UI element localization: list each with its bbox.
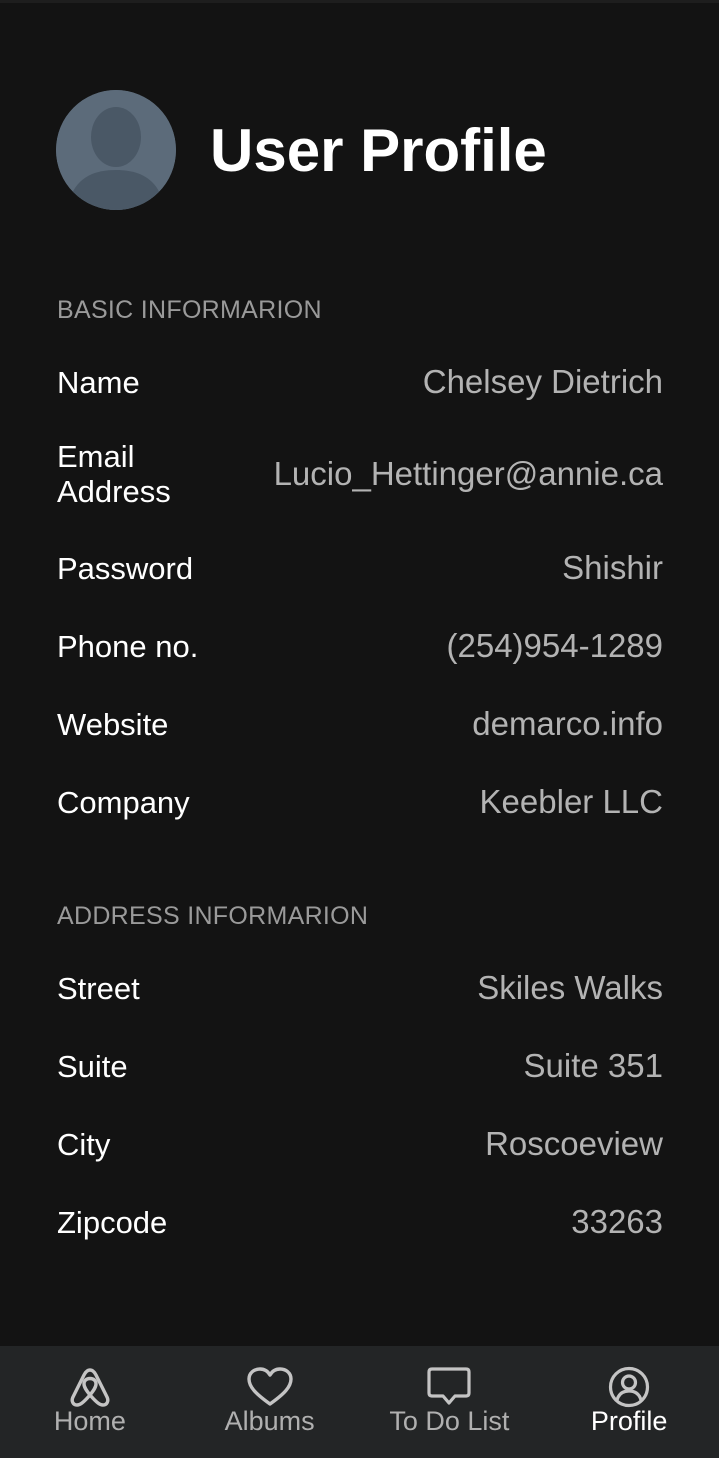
section-label-basic: BASIC INFORMARION — [57, 296, 322, 324]
info-row-street: Street Skiles Walks — [57, 969, 663, 1007]
row-label: Website — [57, 706, 169, 742]
row-value: Roscoeview — [485, 1125, 663, 1162]
info-row-password: Password Shishir — [57, 549, 663, 587]
info-row-phone: Phone no. (254)954-1289 — [57, 627, 663, 665]
row-label: Email Address — [57, 439, 171, 509]
nav-label: Albums — [224, 1406, 315, 1436]
info-row-company: Company Keebler LLC — [57, 783, 663, 821]
user-circle-icon — [609, 1366, 650, 1408]
row-value: Lucio_Hettinger@annie.ca — [273, 455, 663, 492]
row-value: Shishir — [562, 549, 663, 586]
row-label: City — [57, 1126, 111, 1162]
row-value: Suite 351 — [523, 1047, 663, 1084]
row-label: Password — [57, 550, 194, 586]
nav-label: Profile — [590, 1406, 668, 1436]
info-row-zipcode: Zipcode 33263 — [57, 1203, 663, 1241]
heart-icon — [246, 1367, 293, 1406]
info-row-website: Website demarco.info — [57, 705, 663, 743]
info-row-email: Email Address Lucio_Hettinger@annie.ca — [57, 439, 663, 509]
section-label-address: ADDRESS INFORMARION — [57, 902, 369, 930]
chat-bubble-icon — [427, 1367, 471, 1405]
person-avatar-icon — [56, 90, 176, 210]
row-label: Suite — [57, 1048, 128, 1084]
row-value: demarco.info — [472, 705, 663, 742]
nav-item-profile[interactable]: Profile — [539, 1346, 719, 1458]
status-strip — [0, 0, 719, 3]
nav-label: To Do List — [389, 1406, 510, 1436]
row-value: Keebler LLC — [479, 783, 663, 820]
row-label: Street — [57, 970, 140, 1006]
avatar[interactable] — [56, 90, 176, 210]
profile-header: User Profile — [56, 90, 547, 210]
row-value: Skiles Walks — [477, 969, 663, 1006]
info-row-city: City Roscoeview — [57, 1125, 663, 1163]
nav-item-todo[interactable]: To Do List — [360, 1346, 540, 1458]
row-label: Company — [57, 784, 190, 820]
row-label: Zipcode — [57, 1204, 168, 1240]
row-value: Chelsey Dietrich — [422, 363, 663, 400]
info-row-name: Name Chelsey Dietrich — [57, 363, 663, 401]
nav-item-home[interactable]: Home — [0, 1346, 180, 1458]
nav-label: Home — [53, 1406, 126, 1436]
row-label: Phone no. — [57, 628, 199, 664]
row-value: 33263 — [571, 1203, 663, 1240]
row-value: (254)954-1289 — [446, 627, 664, 664]
info-row-suite: Suite Suite 351 — [57, 1047, 663, 1085]
row-label: Name — [57, 364, 140, 400]
page-title: User Profile — [210, 116, 547, 184]
bottom-navigation: Home Albums To Do List Profile — [0, 1346, 719, 1458]
nav-item-albums[interactable]: Albums — [180, 1346, 360, 1458]
airbnb-home-icon — [70, 1368, 110, 1407]
